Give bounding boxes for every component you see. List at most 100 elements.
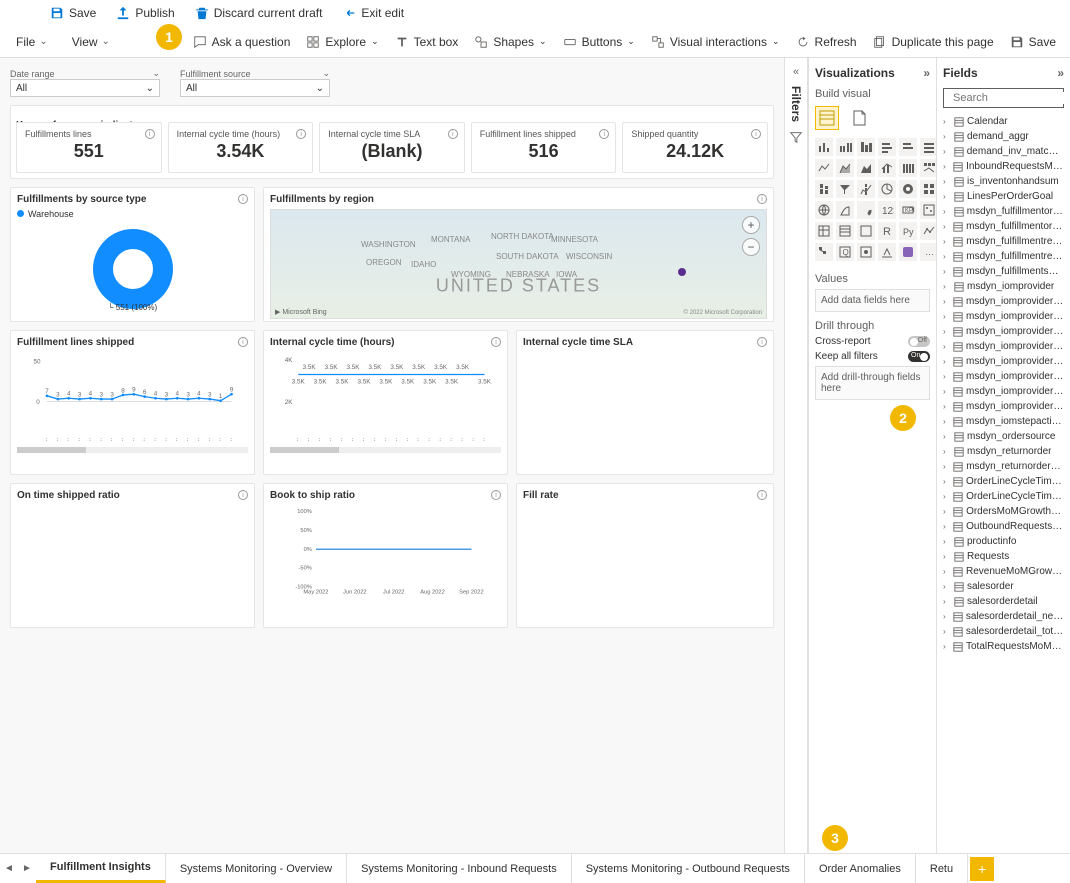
- field-table-item[interactable]: › demand_inv_matching: [943, 144, 1064, 159]
- info-icon[interactable]: i: [145, 129, 155, 139]
- info-icon[interactable]: i: [238, 194, 248, 204]
- date-range-slicer[interactable]: Date range⌄ All⌄: [10, 68, 160, 97]
- cross-report-toggle[interactable]: Off: [908, 336, 930, 347]
- fulfillments-by-region-tile[interactable]: Fulfillments by region i UNITED STATES +…: [263, 187, 774, 322]
- tab-scroll-left[interactable]: ◄: [0, 863, 18, 874]
- field-table-item[interactable]: › msdyn_iomproviderme…: [943, 369, 1064, 384]
- info-icon[interactable]: i: [491, 337, 501, 347]
- collapse-fields-icon[interactable]: »: [1057, 66, 1064, 80]
- exit-edit-button[interactable]: Exit edit: [334, 3, 412, 23]
- viz-type-button[interactable]: …: [920, 243, 936, 261]
- field-table-item[interactable]: › LinesPerOrderGoal: [943, 189, 1064, 204]
- viz-type-button[interactable]: Py: [899, 222, 917, 240]
- viz-type-button[interactable]: [815, 159, 833, 177]
- viz-type-button[interactable]: [878, 180, 896, 198]
- viz-type-button[interactable]: [899, 243, 917, 261]
- visual-interactions-button[interactable]: Visual interactions⌄: [645, 31, 786, 53]
- viz-type-button[interactable]: [815, 243, 833, 261]
- fulfillments-by-source-tile[interactable]: Fulfillments by source type i Warehouse …: [10, 187, 255, 322]
- ask-question-button[interactable]: Ask a question: [187, 31, 297, 53]
- kpi-card[interactable]: i Fulfillments lines 551: [16, 122, 162, 173]
- kpi-card[interactable]: i Fulfillment lines shipped 516: [471, 122, 617, 173]
- field-table-item[interactable]: › TotalRequestsMoMGro…: [943, 639, 1064, 654]
- viz-type-button[interactable]: [815, 201, 833, 219]
- field-table-item[interactable]: › msdyn_iomprovideracti…: [943, 309, 1064, 324]
- info-icon[interactable]: i: [238, 490, 248, 500]
- field-table-item[interactable]: › msdyn_iomprovideracti…: [943, 324, 1064, 339]
- viz-type-button[interactable]: R: [878, 222, 896, 240]
- add-page-button[interactable]: +: [970, 857, 994, 881]
- field-table-item[interactable]: › OrderLineCycleTimeGoal: [943, 474, 1064, 489]
- page-tab[interactable]: Systems Monitoring - Inbound Requests: [347, 854, 572, 883]
- viz-type-button[interactable]: [878, 243, 896, 261]
- textbox-button[interactable]: Text box: [389, 31, 465, 53]
- viz-type-button[interactable]: [836, 138, 854, 156]
- fields-search[interactable]: [943, 88, 1064, 108]
- duplicate-page-button[interactable]: Duplicate this page: [867, 31, 1000, 53]
- discard-button[interactable]: Discard current draft: [187, 3, 331, 23]
- field-table-item[interactable]: › msdyn_iomproviderme…: [943, 354, 1064, 369]
- viz-type-button[interactable]: KPI: [899, 201, 917, 219]
- field-table-item[interactable]: › salesorderdetail_totalor…: [943, 624, 1064, 639]
- expand-filters-icon[interactable]: «: [793, 66, 799, 78]
- zoom-out-button[interactable]: −: [742, 238, 760, 256]
- field-table-item[interactable]: › demand_aggr: [943, 129, 1064, 144]
- viz-type-button[interactable]: [878, 159, 896, 177]
- values-drop-well[interactable]: Add data fields here: [815, 289, 930, 312]
- info-icon[interactable]: i: [757, 194, 767, 204]
- field-table-item[interactable]: › salesorderdetail: [943, 594, 1064, 609]
- field-table-item[interactable]: › msdyn_iomproviderdefi…: [943, 339, 1064, 354]
- refresh-button[interactable]: Refresh: [790, 31, 863, 53]
- viz-type-button[interactable]: [836, 222, 854, 240]
- field-table-item[interactable]: › msdyn_iomproviderme…: [943, 384, 1064, 399]
- page-tab[interactable]: Systems Monitoring - Overview: [166, 854, 347, 883]
- viz-type-button[interactable]: [899, 159, 917, 177]
- view-menu[interactable]: View: [64, 31, 118, 53]
- info-icon[interactable]: i: [238, 337, 248, 347]
- cycle-sla-tile[interactable]: Internal cycle time SLA i: [516, 330, 774, 475]
- field-table-item[interactable]: › OrdersMoMGrowthRat…: [943, 504, 1064, 519]
- viz-type-button[interactable]: [878, 138, 896, 156]
- viz-type-button[interactable]: [836, 201, 854, 219]
- viz-type-button[interactable]: [815, 138, 833, 156]
- buttons-button[interactable]: Buttons⌄: [557, 31, 641, 53]
- info-icon[interactable]: i: [757, 490, 767, 500]
- book-ship-tile[interactable]: Book to ship ratio i -100%-50%0%50%100% …: [263, 483, 508, 628]
- viz-type-button[interactable]: [857, 243, 875, 261]
- info-icon[interactable]: i: [448, 129, 458, 139]
- field-table-item[interactable]: › is_inventonhandsum: [943, 174, 1064, 189]
- viz-type-button[interactable]: [920, 180, 936, 198]
- viz-type-button[interactable]: [857, 222, 875, 240]
- field-table-item[interactable]: › msdyn_iomprovideracti…: [943, 294, 1064, 309]
- viz-type-button[interactable]: [836, 159, 854, 177]
- page-tab[interactable]: Order Anomalies: [805, 854, 916, 883]
- ontime-tile[interactable]: On time shipped ratio i: [10, 483, 255, 628]
- info-icon[interactable]: i: [751, 129, 761, 139]
- viz-type-button[interactable]: [815, 180, 833, 198]
- scrollbar[interactable]: [17, 447, 248, 453]
- save2-button[interactable]: Save: [1004, 31, 1062, 53]
- build-format-tab[interactable]: [847, 106, 871, 130]
- filters-rail[interactable]: « Filters: [784, 58, 808, 853]
- publish-button[interactable]: Publish: [108, 3, 182, 23]
- viz-type-button[interactable]: [815, 222, 833, 240]
- field-table-item[interactable]: › msdyn_iomprovider: [943, 279, 1064, 294]
- field-table-item[interactable]: › msdyn_returnorderdetail: [943, 459, 1064, 474]
- field-table-item[interactable]: › msdyn_ordersource: [943, 429, 1064, 444]
- field-table-item[interactable]: › salesorderdetail_newor…: [943, 609, 1064, 624]
- fill-rate-tile[interactable]: Fill rate i: [516, 483, 774, 628]
- chevron-down-icon[interactable]: ⌄: [146, 83, 154, 94]
- collapse-viz-icon[interactable]: »: [923, 66, 930, 80]
- viz-type-button[interactable]: [920, 138, 936, 156]
- build-fields-tab[interactable]: [815, 106, 839, 130]
- field-table-item[interactable]: › msdyn_fulfillmentretur…: [943, 234, 1064, 249]
- zoom-in-button[interactable]: +: [742, 216, 760, 234]
- viz-type-button[interactable]: [857, 159, 875, 177]
- field-table-item[interactable]: › Requests: [943, 549, 1064, 564]
- field-table-item[interactable]: › InboundRequestsMoM…: [943, 159, 1064, 174]
- info-icon[interactable]: i: [599, 129, 609, 139]
- field-table-item[interactable]: › msdyn_returnorder: [943, 444, 1064, 459]
- field-table-item[interactable]: › OutboundRequestsMo…: [943, 519, 1064, 534]
- cycle-time-tile[interactable]: Internal cycle time (hours) i 4K 2K 3.5K…: [263, 330, 508, 475]
- field-table-item[interactable]: › msdyn_fulfillmentorder: [943, 204, 1064, 219]
